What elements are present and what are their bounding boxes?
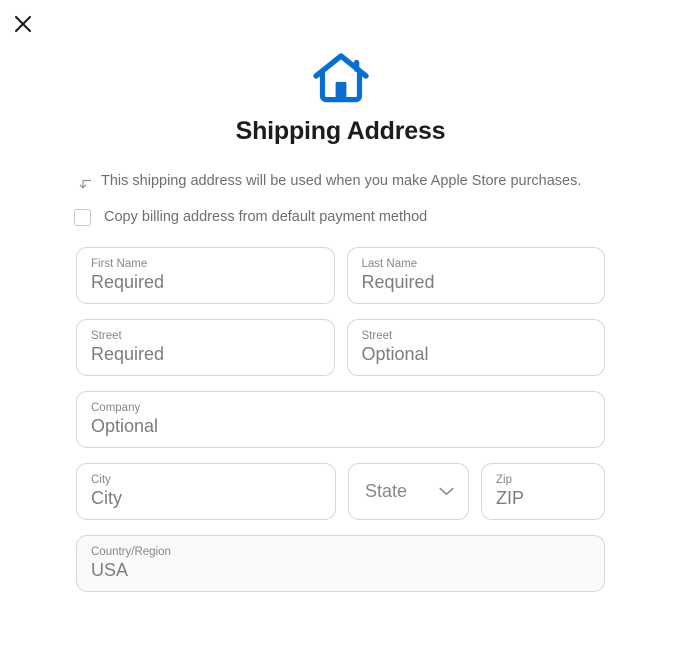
city-value: City xyxy=(91,488,122,509)
street-line-2-label: Street xyxy=(361,329,393,342)
zip-label: Zip xyxy=(496,473,512,486)
name-row: First Name Required Last Name Required xyxy=(76,246,605,304)
country-row: Country/Region USA xyxy=(76,534,605,592)
first-name-value: Required xyxy=(91,272,165,293)
company-field[interactable]: Company Optional xyxy=(76,390,605,448)
street-line-1-field[interactable]: Street Required xyxy=(76,318,335,376)
street-row: Street Required Street Optional xyxy=(76,318,605,376)
first-name-field[interactable]: First Name Required xyxy=(76,246,335,304)
address-form: First Name Required Last Name Required S… xyxy=(0,246,681,592)
copy-billing-checkbox[interactable] xyxy=(74,208,91,226)
street-line-1-label: Street xyxy=(91,329,122,342)
shipping-note-text: This shipping address will be used when … xyxy=(101,172,582,189)
shipping-note: This shipping address will be used when … xyxy=(0,172,681,192)
country-region-label: Country/Region xyxy=(91,545,171,558)
country-region-field[interactable]: Country/Region USA xyxy=(76,534,605,592)
arrow-turn-down-left-icon xyxy=(76,176,92,192)
company-row: Company Optional xyxy=(76,390,605,448)
street-line-2-field[interactable]: Street Optional xyxy=(346,318,605,376)
state-value: State xyxy=(365,481,408,502)
last-name-value: Required xyxy=(361,272,435,293)
first-name-label: First Name xyxy=(91,257,148,270)
shipping-address-sheet: Shipping Address This shipping address w… xyxy=(0,0,681,592)
copy-billing-label[interactable]: Copy billing address from default paymen… xyxy=(104,209,427,225)
last-name-field[interactable]: Last Name Required xyxy=(346,246,605,304)
street-line-1-value: Required xyxy=(91,344,165,365)
chevron-down-icon xyxy=(439,487,454,496)
city-label: City xyxy=(91,473,111,486)
street-line-2-value: Optional xyxy=(361,344,429,365)
company-value: Optional xyxy=(91,416,159,437)
last-name-label: Last Name xyxy=(361,257,418,270)
zip-value: ZIP xyxy=(496,488,525,509)
company-label: Company xyxy=(91,401,141,414)
city-state-zip-row: City City State Zip ZIP xyxy=(76,462,605,520)
page-title: Shipping Address xyxy=(235,117,446,145)
zip-field[interactable]: Zip ZIP xyxy=(481,462,605,520)
copy-billing-row[interactable]: Copy billing address from default paymen… xyxy=(0,208,681,226)
house-icon xyxy=(0,52,681,104)
city-field[interactable]: City City xyxy=(76,462,336,520)
country-region-value: USA xyxy=(91,560,129,581)
state-select[interactable]: State xyxy=(348,462,469,520)
